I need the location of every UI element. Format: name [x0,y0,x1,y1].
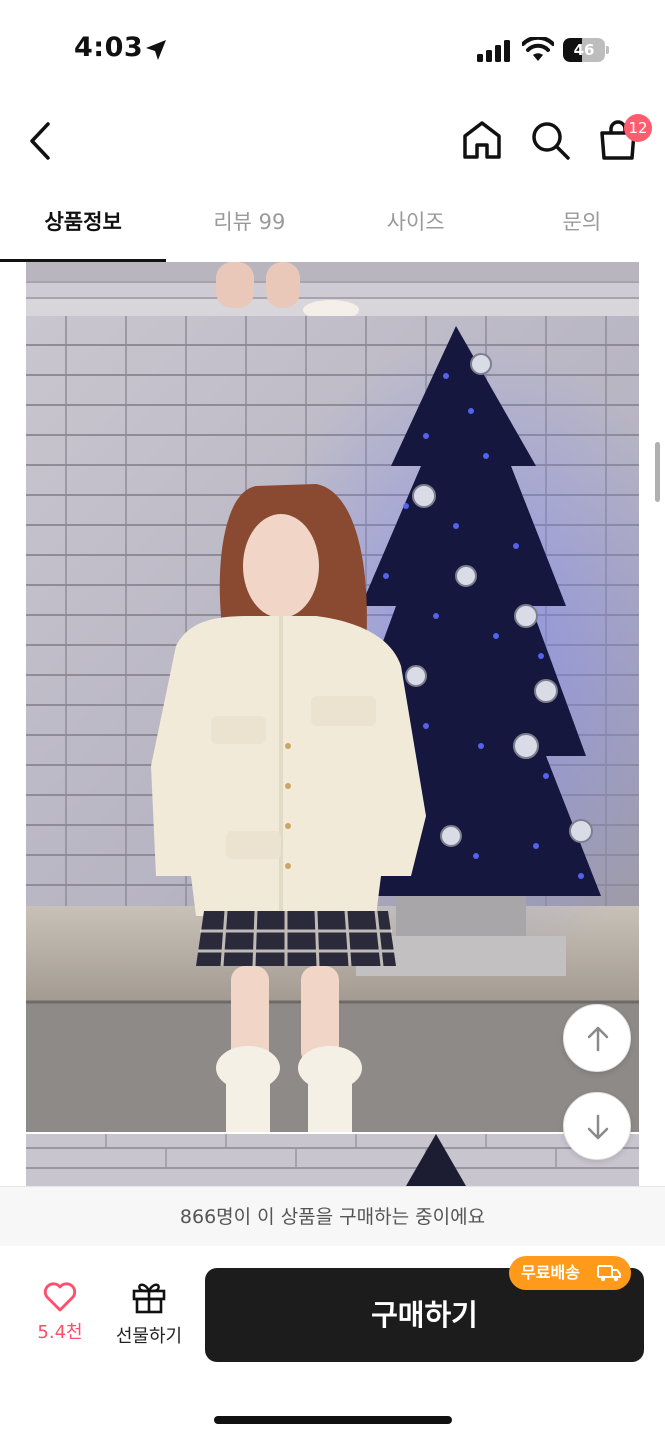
product-tabs: 상품정보 리뷰 99 사이즈 문의 [0,188,665,262]
status-bar: 4:03 46 [0,0,665,96]
buyers-count-banner: 866명이 이 상품을 구매하는 중이에요 [0,1186,665,1246]
free-shipping-badge: 무료배송 [509,1256,631,1290]
gift-button[interactable]: 선물하기 [108,1280,190,1362]
back-icon[interactable] [22,118,62,164]
location-arrow-icon [146,40,166,60]
heart-icon [43,1282,77,1312]
cart-count-badge: 12 [624,114,652,142]
battery-indicator: 46 [563,38,609,62]
truck-icon [597,1265,621,1282]
gift-icon [132,1283,166,1314]
tab-inquiry[interactable]: 문의 [499,188,665,262]
arrow-down-icon [587,1114,609,1140]
product-photo-main [26,316,639,1132]
tab-product-info[interactable]: 상품정보 [0,188,167,262]
tab-reviews[interactable]: 리뷰 99 [166,188,332,262]
scroll-up-button[interactable] [563,1004,631,1072]
cellular-signal-icon [477,40,510,62]
free-shipping-label: 무료배송 [521,1263,580,1282]
arrow-up-icon [587,1026,609,1052]
home-indicator[interactable] [214,1416,452,1424]
product-photo-partial-bottom [26,1134,639,1186]
like-count: 5.4천 [37,1322,83,1343]
purchase-bar: 5.4천 선물하기 구매하기 무료배송 [0,1246,665,1440]
search-icon[interactable] [528,118,572,162]
tab-size[interactable]: 사이즈 [333,188,499,262]
gift-label: 선물하기 [115,1326,183,1347]
scroll-down-button[interactable] [563,1092,631,1160]
status-time: 4:03 [74,32,144,63]
scrollbar-thumb[interactable] [655,442,660,502]
top-nav [0,96,665,188]
product-photo-partial-top [26,262,639,316]
wifi-icon [522,37,554,61]
product-detail-images[interactable] [0,262,665,1186]
like-button[interactable]: 5.4천 [22,1282,98,1362]
battery-level: 46 [573,41,595,59]
home-icon[interactable] [460,118,504,162]
